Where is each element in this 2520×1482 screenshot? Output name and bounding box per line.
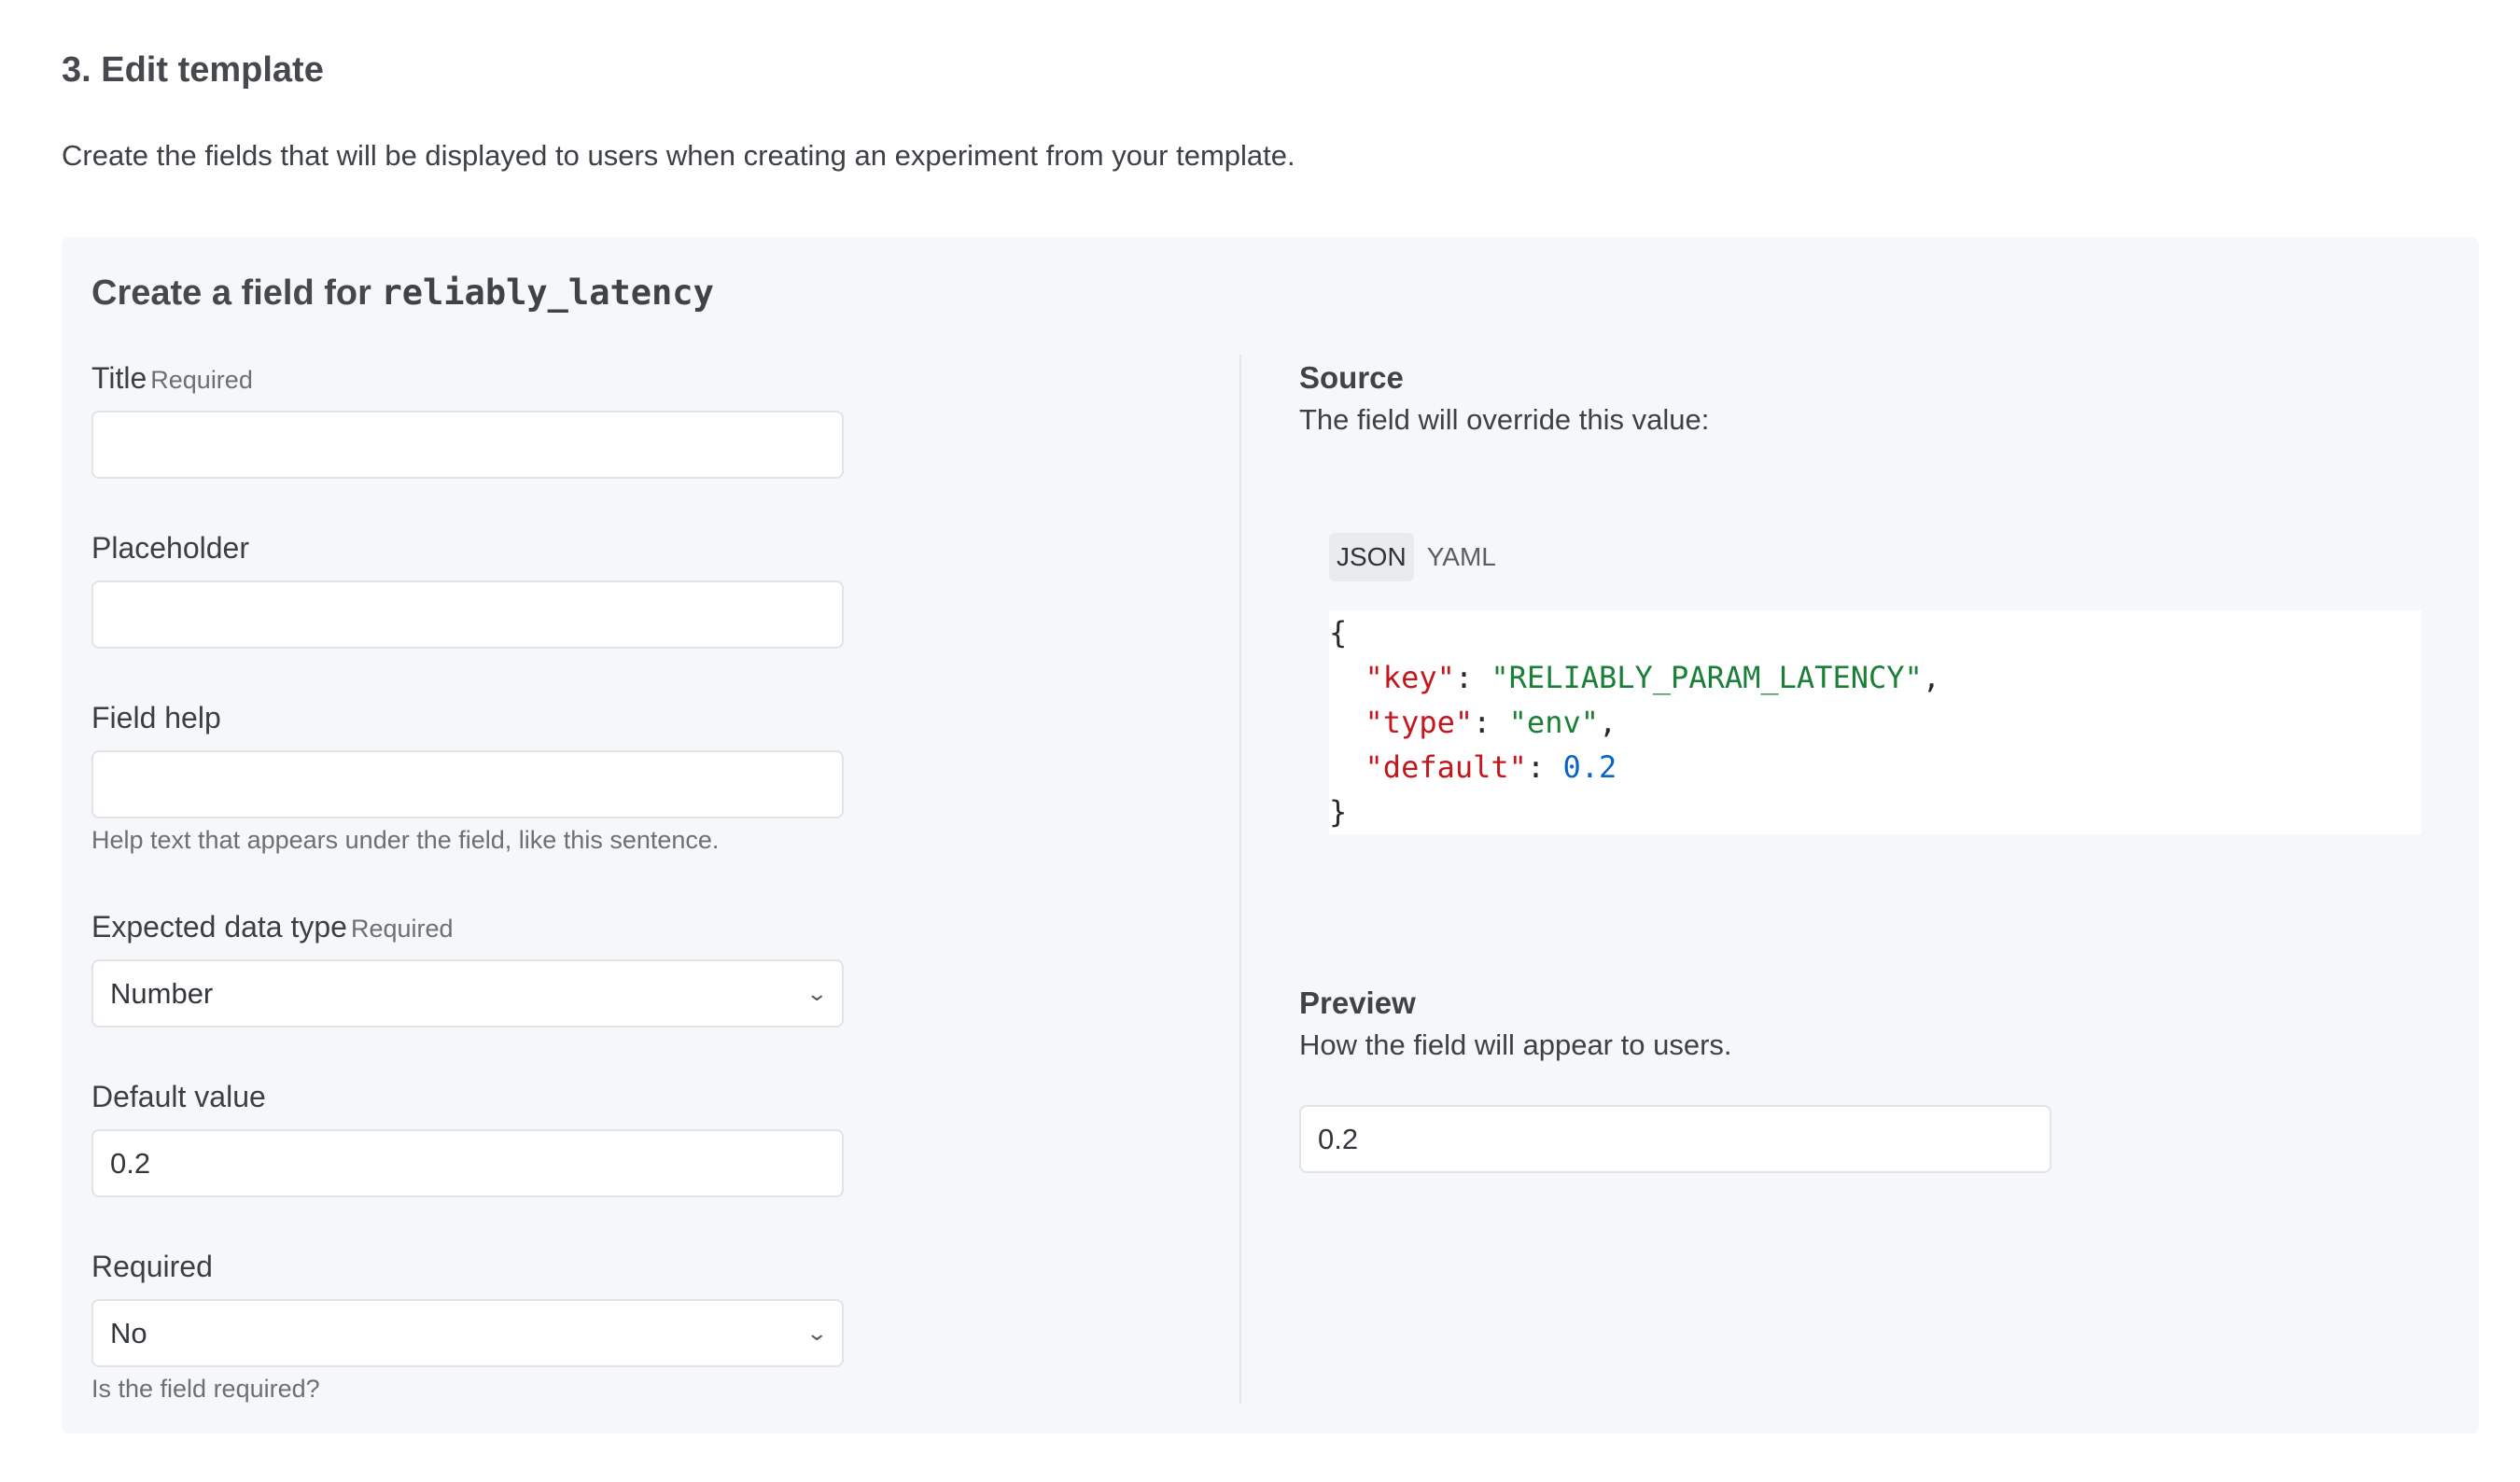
panel-title-prefix: Create a field for <box>91 273 371 313</box>
field-help-hint: Help text that appears under the field, … <box>91 826 720 854</box>
json-line: "type": "env", <box>1365 705 1617 740</box>
json-line: "default": 0.2 <box>1365 749 1617 785</box>
preview-input[interactable]: 0.2 <box>1299 1105 2051 1173</box>
json-key: "type" <box>1365 705 1474 740</box>
json-comma: , <box>1598 705 1617 740</box>
required-group: Required No ⌄ Is the field required? <box>91 1247 844 1404</box>
chevron-down-icon: ⌄ <box>805 981 828 1005</box>
required-label: Required <box>91 1250 213 1283</box>
default-value-group: Default value 0.2 <box>91 1077 844 1197</box>
json-open-brace: { <box>1329 615 1348 650</box>
data-type-label-text: Expected data type <box>91 910 347 944</box>
json-close-brace: } <box>1329 794 1348 830</box>
default-value-input[interactable]: 0.2 <box>91 1129 844 1197</box>
step-title: 3. Edit template <box>62 50 324 90</box>
title-input[interactable] <box>91 411 844 479</box>
required-selected: No <box>110 1316 147 1349</box>
field-editor-panel: Create a field for reliably_latency Titl… <box>62 237 2479 1433</box>
preview-title: Preview <box>1299 986 1416 1020</box>
json-key: "default" <box>1365 749 1527 785</box>
title-label: Title Required <box>91 358 844 398</box>
json-line: "key": "RELIABLY_PARAM_LATENCY", <box>1365 660 1941 695</box>
tab-yaml[interactable]: YAML <box>1420 533 1504 581</box>
format-tabs: JSON YAML <box>1329 533 1504 581</box>
json-comma: , <box>1922 660 1941 695</box>
default-value-label: Default value <box>91 1080 266 1113</box>
preview-section: Preview How the field will appear to use… <box>1299 984 2438 1173</box>
data-type-select[interactable]: Number ⌄ <box>91 959 844 1028</box>
data-type-label: Expected data type Required <box>91 907 844 946</box>
required-tag: Required <box>350 915 454 943</box>
source-section: Source The field will override this valu… <box>1299 358 2438 437</box>
title-field-group: Title Required <box>91 358 844 479</box>
json-value: 0.2 <box>1562 749 1617 785</box>
panel-title: Create a field for reliably_latency <box>91 273 714 314</box>
required-hint: Is the field required? <box>91 1375 320 1403</box>
json-value: "RELIABLY_PARAM_LATENCY" <box>1491 660 1923 695</box>
title-label-text: Title <box>91 361 147 395</box>
placeholder-field-group: Placeholder <box>91 528 844 649</box>
field-help-label: Field help <box>91 701 221 734</box>
json-value: "env" <box>1508 705 1599 740</box>
json-key: "key" <box>1365 660 1455 695</box>
panel-title-field-name: reliably_latency <box>381 273 714 313</box>
data-type-selected: Number <box>110 976 214 1010</box>
placeholder-label: Placeholder <box>91 531 249 565</box>
preview-description: How the field will appear to users. <box>1299 1028 1732 1061</box>
source-title: Source <box>1299 360 1404 395</box>
tab-json[interactable]: JSON <box>1329 533 1414 581</box>
field-help-input[interactable] <box>91 750 844 818</box>
chevron-down-icon: ⌄ <box>805 1321 828 1345</box>
required-select[interactable]: No ⌄ <box>91 1299 844 1367</box>
step-description: Create the fields that will be displayed… <box>62 139 1295 172</box>
placeholder-input[interactable] <box>91 580 844 649</box>
required-tag: Required <box>150 366 253 394</box>
data-type-group: Expected data type Required Number ⌄ <box>91 907 844 1028</box>
source-description: The field will override this value: <box>1299 403 1710 436</box>
column-divider <box>1239 355 1241 1404</box>
json-code-block: { "key": "RELIABLY_PARAM_LATENCY", "type… <box>1329 610 2421 834</box>
field-help-group: Field help Help text that appears under … <box>91 698 844 855</box>
